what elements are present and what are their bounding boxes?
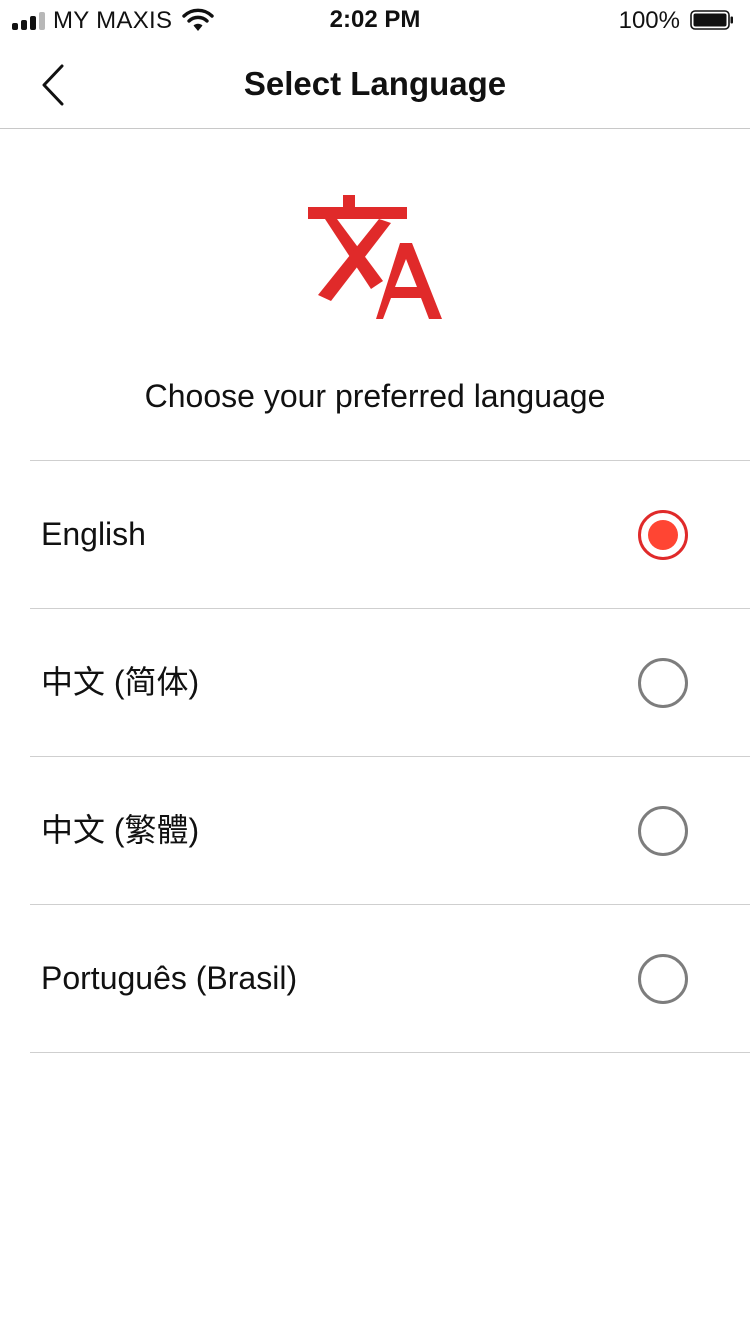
back-button[interactable]: [24, 54, 84, 114]
translate-icon: [305, 195, 445, 323]
radio-selected-dot: [648, 520, 678, 550]
language-label: Português (Brasil): [41, 960, 298, 996]
language-list: English 中文 (简体) 中文 (繁體) Português (Brasi…: [30, 460, 750, 1053]
radio-button[interactable]: [638, 658, 688, 708]
language-option-english[interactable]: English: [30, 461, 750, 609]
page-subtitle: Choose your preferred language: [144, 378, 606, 414]
radio-button[interactable]: [638, 806, 688, 856]
radio-button[interactable]: [638, 954, 688, 1004]
language-option-portuguese-brazil[interactable]: Português (Brasil): [30, 905, 750, 1053]
page-title: Select Language: [243, 65, 507, 102]
language-label: 中文 (繁體): [41, 812, 200, 848]
battery-icon: [690, 10, 734, 30]
language-option-chinese-traditional[interactable]: 中文 (繁體): [30, 757, 750, 905]
language-label: English: [41, 516, 146, 552]
language-label: 中文 (简体): [41, 664, 200, 700]
language-option-chinese-simplified[interactable]: 中文 (简体): [30, 609, 750, 757]
navigation-bar: Select Language: [0, 40, 750, 129]
radio-button[interactable]: [638, 510, 688, 560]
chevron-left-icon: [42, 64, 64, 106]
status-bar: MY MAXIS 2:02 PM 100%: [0, 0, 750, 40]
battery-percentage: 100%: [618, 7, 680, 34]
